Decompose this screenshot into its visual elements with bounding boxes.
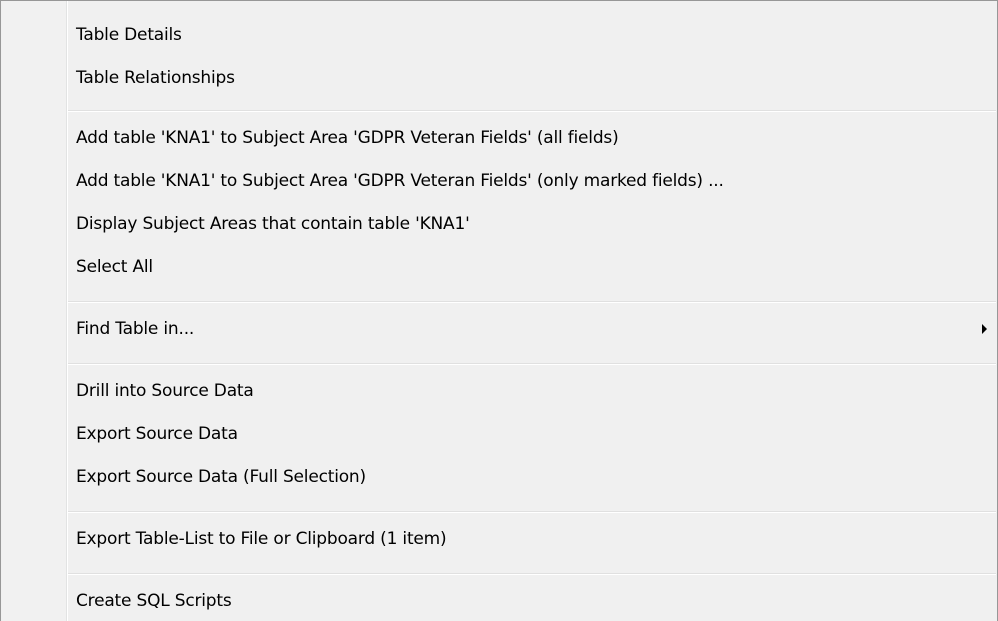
- menu-item-label: Export Source Data (Full Selection): [76, 467, 366, 487]
- menu-separator: [68, 301, 996, 303]
- menu-item-export-table-list[interactable]: Export Table-List to File or Clipboard (…: [1, 519, 997, 559]
- menu-item-label: Export Source Data: [76, 424, 238, 444]
- menu-separator: [68, 573, 996, 575]
- menu-item-label: Table Relationships: [76, 68, 235, 88]
- menu-item-export-source-data[interactable]: Export Source Data: [1, 414, 997, 454]
- menu-item-label: Display Subject Areas that contain table…: [76, 214, 470, 234]
- menu-item-table-relationships[interactable]: Table Relationships: [1, 58, 997, 98]
- menu-item-select-all[interactable]: Select All: [1, 247, 997, 287]
- menu-item-find-table-in[interactable]: Find Table in...: [1, 309, 997, 349]
- menu-separator: [68, 511, 996, 513]
- menu-item-label: Create SQL Scripts: [76, 591, 232, 611]
- menu-separator: [68, 363, 996, 365]
- menu-item-label: Add table 'KNA1' to Subject Area 'GDPR V…: [76, 128, 619, 148]
- menu-item-label: Drill into Source Data: [76, 381, 254, 401]
- submenu-arrow-icon: [982, 324, 987, 334]
- menu-separator: [68, 110, 996, 112]
- menu-item-drill-into-source-data[interactable]: Drill into Source Data: [1, 371, 997, 411]
- menu-item-add-table-marked-fields[interactable]: Add table 'KNA1' to Subject Area 'GDPR V…: [1, 161, 997, 201]
- menu-item-label: Export Table-List to File or Clipboard (…: [76, 529, 447, 549]
- menu-item-label: Select All: [76, 257, 153, 277]
- menu-item-table-details[interactable]: Table Details: [1, 15, 997, 55]
- menu-item-label: Find Table in...: [76, 319, 195, 339]
- menu-item-label: Add table 'KNA1' to Subject Area 'GDPR V…: [76, 171, 724, 191]
- menu-item-label: Table Details: [76, 25, 182, 45]
- menu-item-create-sql-scripts[interactable]: Create SQL Scripts: [1, 581, 997, 621]
- context-menu: Table Details Table Relationships Add ta…: [0, 0, 998, 621]
- menu-item-add-table-all-fields[interactable]: Add table 'KNA1' to Subject Area 'GDPR V…: [1, 118, 997, 158]
- menu-item-export-source-data-full[interactable]: Export Source Data (Full Selection): [1, 457, 997, 497]
- menu-item-display-subject-areas[interactable]: Display Subject Areas that contain table…: [1, 204, 997, 244]
